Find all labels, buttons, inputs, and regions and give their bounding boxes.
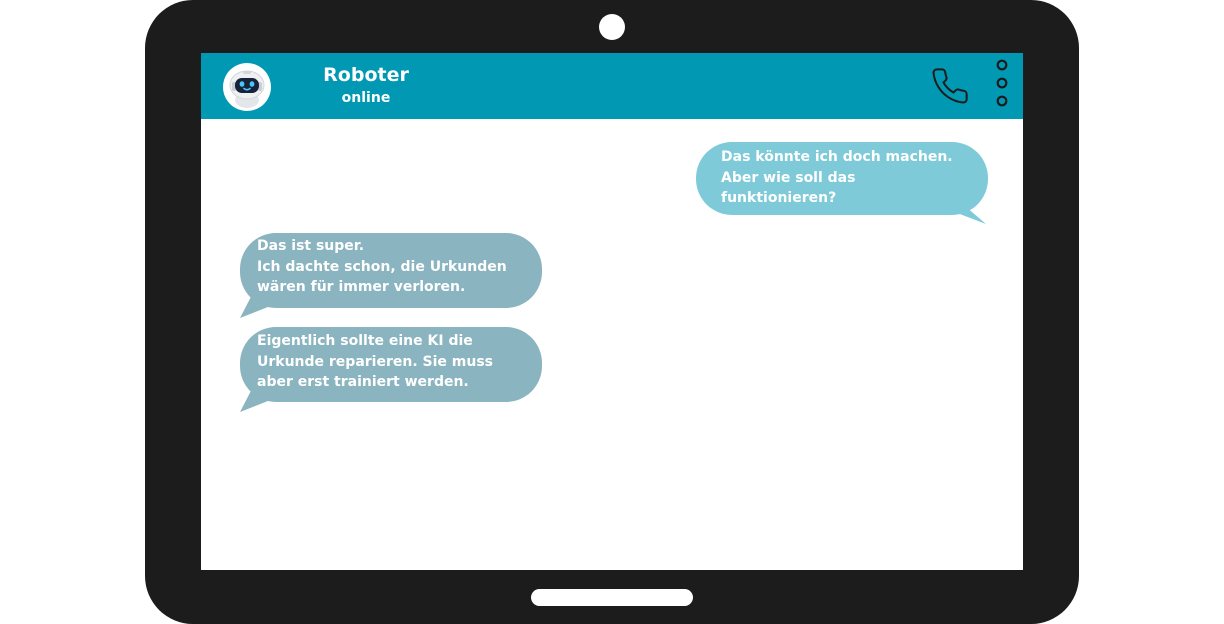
outgoing-message-bubble: Das könnte ich doch machen. Aber wie sol… <box>696 142 988 224</box>
incoming-message-text: Das ist super. Ich dachte schon, die Urk… <box>257 238 507 295</box>
chat-screen: Roboter online Das könnte ich doch mache… <box>201 53 1023 570</box>
contact-name: Roboter <box>323 64 409 86</box>
contact-status: online <box>341 90 391 106</box>
chat-header: Roboter online <box>201 53 1023 119</box>
robot-icon[interactable] <box>223 63 271 111</box>
incoming-message-bubble: Das ist super. Ich dachte schon, die Urk… <box>240 233 542 319</box>
incoming-message-text: Eigentlich sollte eine KI die Urkunde re… <box>257 333 494 390</box>
more-vertical-icon[interactable] <box>993 59 1011 115</box>
outgoing-message-text: Das könnte ich doch machen. Aber wie sol… <box>721 149 953 206</box>
camera-icon <box>599 14 625 40</box>
incoming-message-bubble: Eigentlich sollte eine KI die Urkunde re… <box>240 327 542 413</box>
phone-icon[interactable] <box>930 66 970 106</box>
home-button[interactable] <box>531 589 693 606</box>
